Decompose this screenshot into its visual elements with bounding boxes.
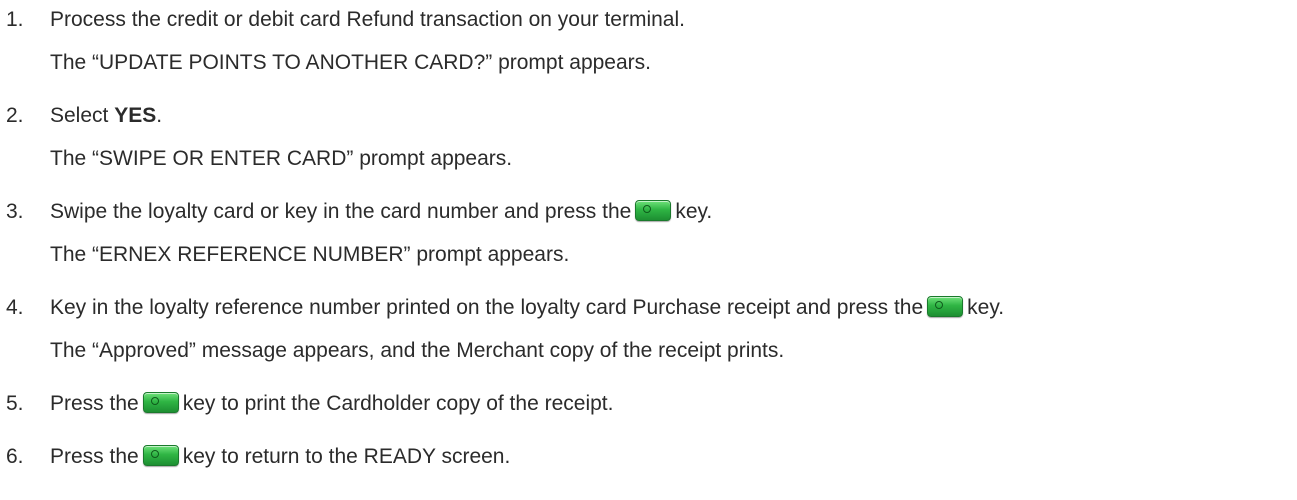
step-result-text: The “SWIPE OR ENTER CARD” prompt appears… <box>50 147 513 170</box>
step-text: Press the key to print the Cardholder cop… <box>50 392 613 416</box>
step-result-text: The “UPDATE POINTS TO ANOTHER CARD?” pro… <box>50 51 651 74</box>
step-text-part: key. <box>675 200 713 223</box>
step-text-part: Select <box>50 104 115 127</box>
step-number: 4. <box>6 296 24 319</box>
green-ok-key-icon <box>142 392 179 413</box>
step-text: Press the key to return to the READY scre… <box>50 445 510 469</box>
green-ok-key-icon <box>142 445 179 466</box>
step-number: 3. <box>6 200 24 223</box>
step-number: 2. <box>6 104 24 127</box>
step-text: Key in the loyalty reference number prin… <box>50 296 1004 320</box>
step-text: Process the credit or debit card Refund … <box>50 8 685 31</box>
green-ok-key-icon <box>927 296 964 317</box>
step-text-part: key to print the Cardholder copy of the … <box>182 392 614 415</box>
step-text-part: Key in the loyalty reference number prin… <box>50 296 924 319</box>
step-text-part: Press the <box>50 445 139 468</box>
green-ok-key-icon <box>635 200 672 221</box>
step-text-part: key. <box>967 296 1005 319</box>
step-text: Select YES. <box>50 104 162 128</box>
step-result-text: The “Approved” message appears, and the … <box>50 339 785 362</box>
step-number: 6. <box>6 445 24 468</box>
step-text-part: . <box>156 104 163 127</box>
instruction-steps: 1. Process the credit or debit card Refu… <box>0 0 1297 500</box>
step-text-part: key to return to the READY screen. <box>182 445 511 468</box>
step-text-part: Swipe the loyalty card or key in the car… <box>50 200 632 223</box>
yes-option-label: YES <box>114 104 157 127</box>
step-text-part: Press the <box>50 392 139 415</box>
step-result-text: The “ERNEX REFERENCE NUMBER” prompt appe… <box>50 243 570 266</box>
step-number: 1. <box>6 8 24 31</box>
step-number: 5. <box>6 392 24 415</box>
step-text: Swipe the loyalty card or key in the car… <box>50 200 712 224</box>
